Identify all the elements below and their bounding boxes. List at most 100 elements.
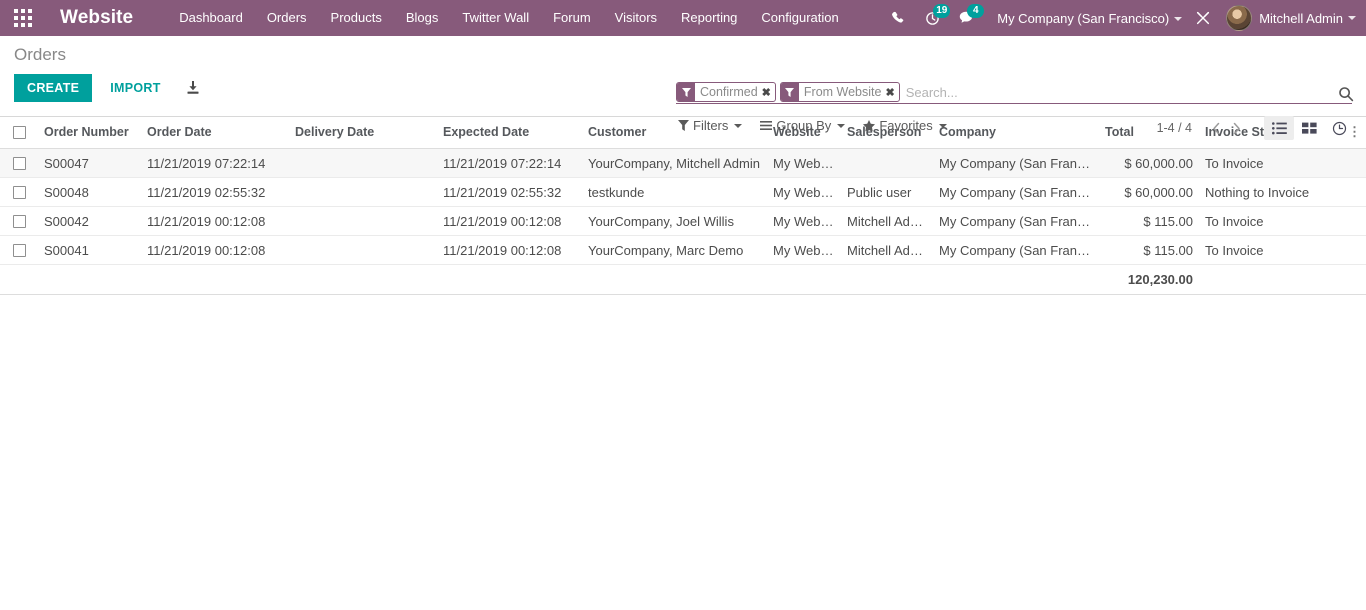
systray: 19 4 My Company (San Francisco) Mitchell… [881, 0, 1366, 36]
company-switcher-label: My Company (San Francisco) [997, 10, 1170, 26]
pager-previous-button[interactable] [1206, 117, 1226, 139]
close-icon[interactable]: ✖ [762, 83, 775, 101]
cell-company: My Company (San Francisco) [933, 177, 1099, 207]
select-all-header [0, 117, 38, 149]
cell-salesperson: Mitchell Admin [841, 235, 933, 265]
list-view-button[interactable] [1264, 116, 1294, 140]
footer-spacer [582, 264, 767, 295]
cell-expected-date: 11/21/2019 07:22:14 [437, 148, 582, 178]
cell-delivery-date [289, 177, 437, 207]
pager-and-views: 1-4 / 4 [1157, 116, 1354, 140]
footer-spacer [437, 264, 582, 295]
column-header-delivery-date[interactable]: Delivery Date [289, 117, 437, 149]
select-all-checkbox[interactable] [13, 125, 26, 139]
row-checkbox[interactable] [13, 243, 26, 257]
cell-order-date: 11/21/2019 00:12:08 [141, 206, 289, 236]
create-button[interactable]: CREATE [14, 74, 93, 102]
cell-delivery-date [289, 235, 437, 265]
cell-website: My Website [767, 148, 841, 178]
cell-spacer [1342, 206, 1366, 236]
menu-item-visitors[interactable]: Visitors [603, 0, 669, 36]
footer-spacer [767, 264, 841, 295]
filter-funnel-icon [780, 83, 799, 101]
group-by-dropdown-label: Group By [776, 118, 832, 133]
star-icon [863, 119, 876, 132]
main-menu: Dashboard Orders Products Blogs Twitter … [167, 0, 851, 36]
import-button[interactable]: IMPORT [106, 74, 164, 102]
kanban-view-button[interactable] [1294, 116, 1324, 140]
chat-bubble-icon[interactable]: 4 [949, 0, 985, 36]
table-row[interactable]: S00048 11/21/2019 02:55:32 11/21/2019 02… [0, 177, 1366, 207]
favorites-dropdown[interactable]: Favorites [863, 118, 956, 133]
apps-grid-icon[interactable] [0, 0, 46, 36]
phone-icon[interactable] [881, 0, 915, 36]
search-facet-from-website[interactable]: From Website ✖ [779, 82, 900, 102]
footer-total: 120,230.00 [1099, 264, 1199, 295]
cell-website: My Website [767, 177, 841, 207]
column-header-order-date[interactable]: Order Date [141, 117, 289, 149]
table-row[interactable]: S00042 11/21/2019 00:12:08 11/21/2019 00… [0, 206, 1366, 236]
row-select-cell [0, 235, 38, 265]
cell-total: $ 60,000.00 [1099, 148, 1199, 178]
user-menu[interactable]: Mitchell Admin [1218, 5, 1356, 31]
search-facet-confirmed[interactable]: Confirmed ✖ [676, 82, 776, 102]
row-checkbox[interactable] [13, 185, 26, 199]
search-bar[interactable]: Confirmed ✖ From Website ✖ [676, 82, 1352, 104]
footer-spacer [289, 264, 437, 295]
footer-spacer [933, 264, 1099, 295]
cell-invoice-status: Nothing to Invoice [1199, 177, 1342, 207]
menu-item-forum[interactable]: Forum [541, 0, 603, 36]
cell-total: $ 115.00 [1099, 206, 1199, 236]
cell-order-date: 11/21/2019 07:22:14 [141, 148, 289, 178]
cell-company: My Company (San Francisco) [933, 235, 1099, 265]
search-input[interactable] [903, 82, 1352, 103]
row-select-cell [0, 206, 38, 236]
column-header-expected-date[interactable]: Expected Date [437, 117, 582, 149]
app-brand-website[interactable]: Website [46, 0, 143, 36]
activity-view-button[interactable] [1324, 116, 1354, 140]
cell-company: My Company (San Francisco) [933, 148, 1099, 178]
cell-spacer [1342, 235, 1366, 265]
footer-spacer [1199, 264, 1342, 295]
table-row[interactable]: S00041 11/21/2019 00:12:08 11/21/2019 00… [0, 235, 1366, 265]
cell-order-number: S00041 [38, 235, 141, 265]
menu-item-configuration[interactable]: Configuration [749, 0, 850, 36]
row-checkbox[interactable] [13, 156, 26, 170]
control-panel-buttons: CREATE IMPORT [14, 74, 201, 102]
chevron-down-icon [837, 123, 846, 128]
cell-order-date: 11/21/2019 00:12:08 [141, 235, 289, 265]
company-switcher[interactable]: My Company (San Francisco) [983, 11, 1188, 26]
footer-spacer [1342, 264, 1366, 295]
group-by-dropdown[interactable]: Group By [760, 118, 855, 133]
menu-item-blogs[interactable]: Blogs [394, 0, 451, 36]
download-icon[interactable] [185, 80, 201, 96]
menu-item-orders[interactable]: Orders [255, 0, 319, 36]
messages-count-badge: 4 [967, 4, 985, 18]
menu-item-products[interactable]: Products [319, 0, 394, 36]
footer-spacer [141, 264, 289, 295]
cell-website: My Website [767, 235, 841, 265]
list-lines-icon [760, 120, 773, 131]
cell-customer: YourCompany, Joel Willis [582, 206, 767, 236]
table-row[interactable]: S00047 11/21/2019 07:22:14 11/21/2019 07… [0, 148, 1366, 178]
bug-debug-icon[interactable] [1188, 0, 1218, 36]
clock-activity-icon[interactable]: 19 [915, 0, 951, 36]
filters-dropdown[interactable]: Filters [678, 118, 752, 133]
row-checkbox[interactable] [13, 214, 26, 228]
user-menu-label: Mitchell Admin [1259, 10, 1343, 26]
cell-website: My Website [767, 206, 841, 236]
cell-order-number: S00047 [38, 148, 141, 178]
menu-item-dashboard[interactable]: Dashboard [167, 0, 255, 36]
search-icon[interactable] [1338, 86, 1354, 107]
page-title: Orders [14, 45, 66, 64]
cell-expected-date: 11/21/2019 00:12:08 [437, 206, 582, 236]
filter-funnel-icon [677, 83, 695, 101]
menu-item-twitter-wall[interactable]: Twitter Wall [450, 0, 541, 36]
pager-next-button[interactable] [1226, 117, 1246, 139]
cell-company: My Company (San Francisco) [933, 206, 1099, 236]
column-header-order-number[interactable]: Order Number [38, 117, 141, 149]
search-dropdowns: Filters Group By Favorites [678, 118, 965, 133]
menu-item-reporting[interactable]: Reporting [669, 0, 749, 36]
cell-customer: YourCompany, Marc Demo [582, 235, 767, 265]
close-icon[interactable]: ✖ [885, 83, 898, 101]
